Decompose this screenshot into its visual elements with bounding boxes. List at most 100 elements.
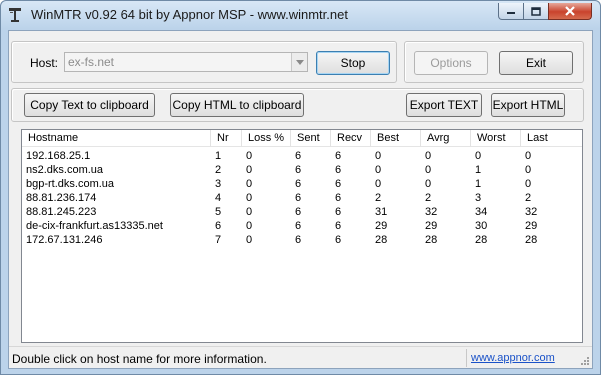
cell-best: 28: [375, 234, 388, 246]
cell-worst: 34: [475, 206, 488, 218]
exit-button[interactable]: Exit: [499, 51, 573, 75]
cell-recv: 6: [335, 178, 342, 190]
col-recv[interactable]: Recv: [331, 130, 371, 147]
cell-nr: 4: [215, 192, 222, 204]
col-sent[interactable]: Sent: [291, 130, 331, 147]
combo-dropdown[interactable]: [291, 53, 307, 71]
chevron-down-icon: [295, 59, 304, 65]
window-title: WinMTR v0.92 64 bit by Appnor MSP - www.…: [31, 7, 348, 22]
cell-avrg: 0: [425, 150, 432, 162]
table-row[interactable]: ns2.dks.com.ua 2 0 6 6 0 0 1 0: [22, 163, 582, 177]
cell-last: 0: [525, 150, 532, 162]
table-row[interactable]: 192.168.25.1 1 0 6 6 0 0 0 0: [22, 149, 582, 163]
cell-recv: 6: [335, 164, 342, 176]
cell-recv: 6: [335, 206, 342, 218]
cell-last: 0: [525, 164, 532, 176]
table-header: Hostname Nr Loss % Sent Recv Best Avrg W…: [22, 130, 582, 147]
cell-last: 29: [525, 220, 538, 232]
cell-recv: 6: [335, 220, 342, 232]
copy-html-button[interactable]: Copy HTML to clipboard: [170, 93, 304, 117]
minimize-icon: [507, 12, 515, 14]
cell-worst: 0: [475, 150, 482, 162]
client-area: Host: ex-fs.net Stop Options Exit Copy T…: [8, 30, 593, 369]
cell-avrg: 0: [425, 164, 432, 176]
cell-loss: 0: [246, 192, 253, 204]
table-row[interactable]: bgp-rt.dks.com.ua 3 0 6 6 0 0 1 0: [22, 177, 582, 191]
cell-best: 29: [375, 220, 388, 232]
stop-button[interactable]: Stop: [316, 51, 390, 75]
resize-grip-icon[interactable]: [580, 356, 590, 366]
status-message: Double click on host name for more infor…: [12, 352, 267, 366]
cell-last: 32: [525, 206, 538, 218]
col-loss[interactable]: Loss %: [242, 130, 291, 147]
copy-text-button[interactable]: Copy Text to clipboard: [24, 93, 155, 117]
table-row[interactable]: de-cix-frankfurt.as13335.net 6 0 6 6 29 29 30 29: [22, 219, 582, 233]
cell-sent: 6: [295, 234, 302, 246]
cell-worst: 1: [475, 178, 482, 190]
maximize-icon: [531, 6, 541, 16]
cell-recv: 6: [335, 150, 342, 162]
minimize-button[interactable]: [498, 3, 524, 20]
cell-avrg: 2: [425, 192, 432, 204]
cell-recv: 6: [335, 234, 342, 246]
cell-avrg: 29: [425, 220, 438, 232]
cell-last: 0: [525, 178, 532, 190]
title-bar[interactable]: WinMTR v0.92 64 bit by Appnor MSP - www.…: [1, 1, 600, 29]
col-nr[interactable]: Nr: [211, 130, 242, 147]
table-row[interactable]: 88.81.236.174 4 0 6 6 2 2 3 2: [22, 191, 582, 205]
cell-last: 28: [525, 234, 538, 246]
cell-hostname[interactable]: de-cix-frankfurt.as13335.net: [22, 219, 163, 233]
options-group: Options Exit: [404, 41, 584, 83]
cell-worst: 30: [475, 220, 488, 232]
col-worst[interactable]: Worst: [471, 130, 521, 147]
status-bar: Double click on host name for more infor…: [9, 346, 592, 368]
table-row[interactable]: 88.81.245.223 5 0 6 6 31 32 34 32: [22, 205, 582, 219]
cell-sent: 6: [295, 192, 302, 204]
cell-best: 2: [375, 192, 382, 204]
host-input[interactable]: ex-fs.net: [68, 55, 114, 69]
col-last[interactable]: Last: [521, 130, 582, 147]
appnor-link[interactable]: www.appnor.com: [471, 352, 555, 364]
cell-recv: 6: [335, 192, 342, 204]
cell-sent: 6: [295, 206, 302, 218]
cell-hostname[interactable]: 192.168.25.1: [22, 149, 90, 163]
host-combo[interactable]: ex-fs.net: [64, 52, 308, 72]
export-text-button[interactable]: Export TEXT: [406, 93, 482, 117]
results-table[interactable]: Hostname Nr Loss % Sent Recv Best Avrg W…: [21, 129, 583, 343]
cell-best: 0: [375, 178, 382, 190]
cell-nr: 2: [215, 164, 222, 176]
table-row[interactable]: 172.67.131.246 7 0 6 6 28 28 28 28: [22, 233, 582, 247]
host-group: Host: ex-fs.net Stop: [11, 41, 397, 83]
col-hostname[interactable]: Hostname: [22, 130, 211, 147]
options-button[interactable]: Options: [414, 51, 488, 75]
cell-hostname[interactable]: 172.67.131.246: [22, 233, 102, 247]
col-avrg[interactable]: Avrg: [421, 130, 471, 147]
cell-avrg: 32: [425, 206, 438, 218]
status-divider: [466, 349, 467, 367]
cell-worst: 28: [475, 234, 488, 246]
cell-hostname[interactable]: bgp-rt.dks.com.ua: [22, 177, 114, 191]
host-label: Host:: [30, 56, 59, 70]
cell-nr: 5: [215, 206, 222, 218]
cell-sent: 6: [295, 164, 302, 176]
network-tower-icon: [9, 8, 21, 22]
cell-loss: 0: [246, 206, 253, 218]
cell-sent: 6: [295, 150, 302, 162]
cell-worst: 1: [475, 164, 482, 176]
export-group: Copy Text to clipboard Copy HTML to clip…: [11, 88, 584, 122]
cell-best: 0: [375, 150, 382, 162]
cell-hostname[interactable]: 88.81.236.174: [22, 191, 96, 205]
cell-best: 0: [375, 164, 382, 176]
cell-nr: 7: [215, 234, 222, 246]
cell-loss: 0: [246, 150, 253, 162]
col-best[interactable]: Best: [371, 130, 421, 147]
cell-hostname[interactable]: 88.81.245.223: [22, 205, 96, 219]
cell-worst: 3: [475, 192, 482, 204]
close-button[interactable]: [548, 3, 592, 20]
export-html-button[interactable]: Export HTML: [491, 93, 565, 117]
cell-loss: 0: [246, 178, 253, 190]
cell-hostname[interactable]: ns2.dks.com.ua: [22, 163, 103, 177]
cell-avrg: 0: [425, 178, 432, 190]
maximize-button[interactable]: [523, 3, 549, 20]
close-icon: [565, 6, 575, 16]
